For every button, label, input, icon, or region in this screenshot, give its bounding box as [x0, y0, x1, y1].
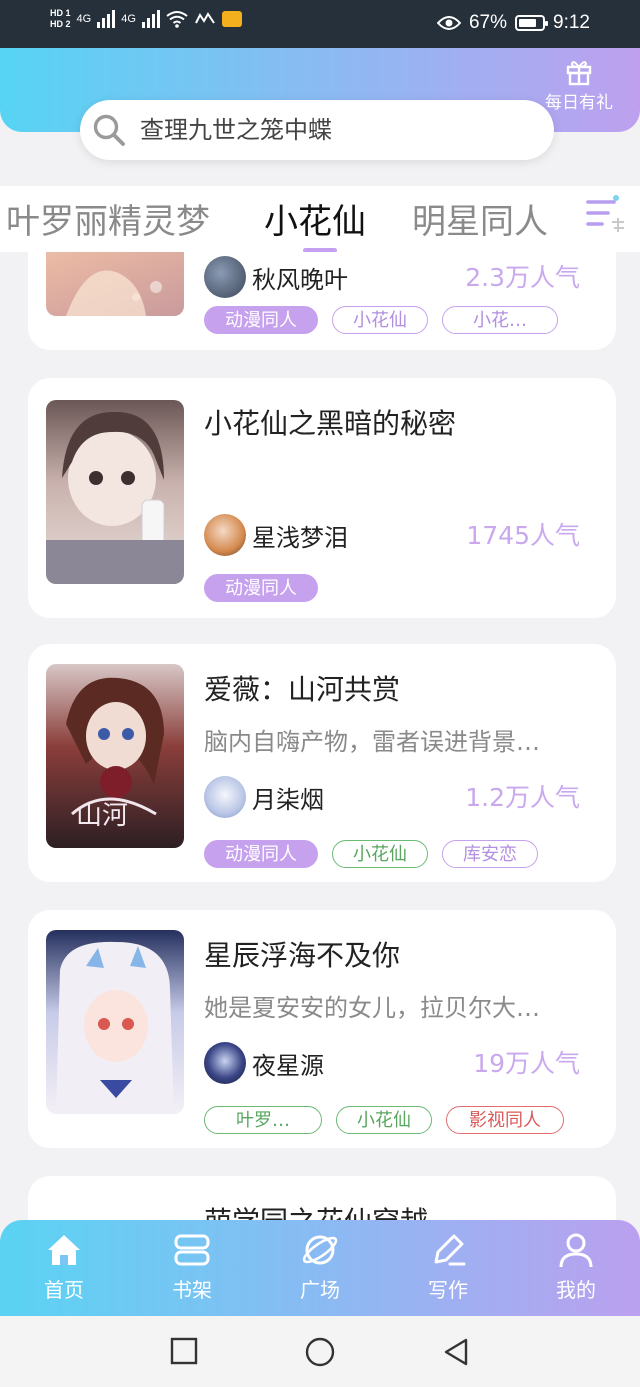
home-icon — [48, 1235, 80, 1265]
cover-art: 山河 — [66, 677, 164, 831]
nav-write-label: 写作 — [428, 1278, 468, 1302]
author-name[interactable]: 月柒烟 — [252, 780, 324, 815]
recent-apps-icon[interactable] — [170, 1337, 198, 1365]
tag[interactable]: 动漫同人 — [204, 840, 318, 868]
tag-list: 动漫同人 小花仙 小花… — [204, 306, 558, 334]
book-card[interactable]: 小花仙之黑暗的秘密 星浅梦泪 1745人气 动漫同人 — [28, 378, 616, 618]
status-left: HD 1 HD 2 4G 4G — [50, 8, 242, 30]
author-name[interactable]: 夜星源 — [252, 1046, 324, 1081]
author-row[interactable]: 月柒烟 1.2万人气 — [204, 776, 580, 820]
search-input[interactable] — [138, 115, 522, 145]
popularity-count: 1.2万人气 — [465, 783, 580, 812]
author-avatar[interactable] — [204, 1042, 246, 1084]
status-right: 67% 9:12 — [436, 12, 590, 34]
tag[interactable]: 动漫同人 — [204, 306, 318, 334]
author-name[interactable]: 秋风晚叶 — [252, 260, 348, 295]
author-avatar[interactable] — [204, 776, 246, 818]
battery-icon — [515, 15, 549, 31]
tag[interactable]: 影视同人 — [446, 1106, 564, 1134]
author-name[interactable]: 星浅梦泪 — [252, 518, 348, 553]
tab-yeluoli[interactable]: 叶罗丽精灵梦 — [6, 194, 210, 243]
daily-gift-button[interactable]: 每日有礼 — [536, 58, 622, 113]
book-title[interactable]: 小花仙之黑暗的秘密 — [204, 402, 456, 442]
gift-icon — [566, 61, 592, 86]
cover-art — [46, 411, 184, 584]
pen-icon — [434, 1234, 466, 1266]
book-description: 她是夏安安的女儿，拉贝尔大… — [204, 994, 540, 1022]
bottom-navigation: 首页 书架 广场 写作 我的 — [0, 1220, 640, 1316]
svg-text:山河: 山河 — [76, 801, 128, 831]
book-cover[interactable]: 山河 — [46, 664, 184, 848]
book-feed: 秋风晚叶 2.3万人气 动漫同人 小花仙 小花… 小花仙之黑暗的秘密 星浅梦泪 … — [0, 252, 640, 1220]
author-row[interactable]: 夜星源 19万人气 — [204, 1042, 580, 1086]
book-cover[interactable] — [46, 930, 184, 1114]
book-title[interactable]: 星辰浮海不及你 — [204, 934, 400, 974]
hd2-label: HD 2 — [50, 19, 71, 29]
nav-bookshelf-label: 书架 — [172, 1278, 212, 1302]
mail-notification-icon — [221, 11, 242, 27]
tag[interactable]: 叶罗… — [204, 1106, 322, 1134]
tag[interactable]: 小花仙 — [332, 306, 428, 334]
popularity-count: 19万人气 — [473, 1049, 580, 1078]
popularity-count: 1745人气 — [466, 521, 580, 550]
network-type-1: 4G — [76, 13, 92, 25]
author-avatar[interactable] — [204, 256, 246, 298]
nav-home[interactable]: 首页 — [14, 1230, 114, 1303]
nav-square-label: 广场 — [300, 1278, 340, 1302]
eye-comfort-icon — [436, 16, 461, 30]
signal-2-icon — [141, 10, 160, 28]
search-icon — [93, 114, 125, 146]
tag-list: 动漫同人 小花仙 库安恋 — [204, 840, 538, 868]
book-card[interactable]: 星辰浮海不及你 她是夏安安的女儿，拉贝尔大… 夜星源 19万人气 叶罗… 小花仙… — [28, 910, 616, 1148]
hd1-label: HD 1 — [50, 8, 71, 18]
cover-art — [56, 941, 174, 1114]
tag[interactable]: 动漫同人 — [204, 574, 318, 602]
daily-gift-label: 每日有礼 — [545, 93, 613, 113]
clock: 9:12 — [553, 12, 590, 33]
book-title[interactable]: 萌学园之花仙穿越 — [204, 1200, 428, 1220]
tab-mingxing[interactable]: 明星同人 — [412, 194, 548, 243]
book-card[interactable]: 萌学园之花仙穿越 — [28, 1176, 616, 1220]
bookshelf-icon — [174, 1234, 210, 1266]
nav-bookshelf[interactable]: 书架 — [142, 1230, 242, 1303]
back-button-icon[interactable] — [442, 1337, 470, 1367]
author-avatar[interactable] — [204, 514, 246, 556]
book-title[interactable]: 爱薇：山河共赏 — [204, 668, 400, 708]
book-cover[interactable] — [46, 252, 184, 316]
system-navigation-bar — [0, 1316, 640, 1387]
book-card[interactable]: 山河 爱薇：山河共赏 脑内自嗨产物，雷者误进背景… 月柒烟 1.2万人气 动漫同… — [28, 644, 616, 882]
wifi-icon — [166, 11, 188, 28]
battery-percent: 67% — [468, 12, 508, 33]
tab-xiaohuaxian[interactable]: 小花仙 — [264, 194, 366, 243]
category-menu-icon[interactable] — [584, 192, 630, 238]
tag[interactable]: 小花仙 — [332, 840, 428, 868]
cover-art — [66, 270, 162, 316]
tag[interactable]: 小花仙 — [336, 1106, 432, 1134]
nav-write[interactable]: 写作 — [398, 1230, 498, 1303]
author-row[interactable]: 秋风晚叶 2.3万人气 — [204, 256, 580, 300]
author-row[interactable]: 星浅梦泪 1745人气 — [204, 514, 580, 558]
nav-square[interactable]: 广场 — [270, 1230, 370, 1303]
network-type-2: 4G — [121, 13, 136, 25]
tag-list: 动漫同人 — [204, 574, 318, 602]
planet-icon — [302, 1235, 338, 1265]
nav-home-label: 首页 — [44, 1278, 84, 1302]
hd-indicator: HD 1 HD 2 — [50, 8, 71, 30]
category-tabs: 叶罗丽精灵梦 小花仙 明星同人 — [0, 186, 640, 252]
app-notification-icon — [194, 12, 215, 24]
nav-profile-label: 我的 — [556, 1278, 596, 1302]
book-card[interactable]: 秋风晚叶 2.3万人气 动漫同人 小花仙 小花… — [28, 252, 616, 350]
status-bar: HD 1 HD 2 4G 4G 67% 9:12 — [0, 0, 640, 48]
user-icon — [559, 1233, 593, 1268]
search-bar[interactable] — [80, 100, 554, 160]
book-cover[interactable] — [46, 400, 184, 584]
tag-list: 叶罗… 小花仙 影视同人 — [204, 1106, 564, 1134]
signal-1-icon — [97, 10, 116, 28]
book-description: 脑内自嗨产物，雷者误进背景… — [204, 728, 540, 756]
home-button-icon[interactable] — [305, 1337, 335, 1367]
nav-profile[interactable]: 我的 — [526, 1230, 626, 1303]
tag[interactable]: 库安恋 — [442, 840, 538, 868]
tag[interactable]: 小花… — [442, 306, 558, 334]
popularity-count: 2.3万人气 — [465, 263, 580, 292]
